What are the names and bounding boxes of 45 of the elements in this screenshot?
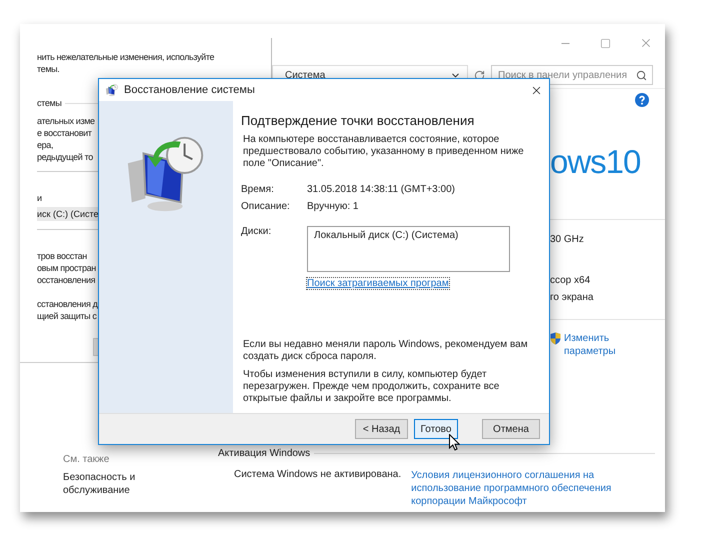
body-text: щией защиты с — [37, 310, 97, 322]
windows-logo-text: ows10 — [550, 143, 640, 181]
note-text: Если вы недавно меняли пароль Windows, рекомендуем вам создать диск сброса пароля. — [242, 339, 529, 363]
disk-list[interactable]: Локальный диск (C:) (Система) — [307, 226, 510, 272]
field-label: Диски: — [241, 226, 272, 239]
dialog-button[interactable]: Отмена — [482, 419, 540, 439]
spec-text: 30 GHz — [550, 234, 584, 245]
field-value: Вручную: 1 — [307, 201, 360, 212]
search-icon[interactable] — [636, 70, 647, 80]
help-icon[interactable] — [635, 93, 649, 107]
monitor-clock-icon — [105, 83, 119, 97]
activation-status: Система Windows не активирована. — [234, 469, 402, 480]
spec-text: ссор x64 — [550, 275, 590, 286]
disk-item[interactable]: Локальный диск (C:) (Система) — [314, 230, 503, 241]
body-text: и — [37, 192, 42, 204]
body-text: ера, — [37, 139, 54, 151]
body-text: осстановления — [37, 274, 96, 286]
window-title: Восстановление системы — [124, 84, 256, 96]
section-heading: Активация Windows — [218, 448, 310, 459]
see-also-heading: См. также — [63, 454, 110, 465]
affected-programs-link[interactable]: Поиск затрагиваемых програм — [307, 278, 449, 289]
spec-text: го экрана — [550, 292, 594, 303]
body-text: редыдущей то — [37, 151, 93, 163]
body-text: овым простран — [37, 262, 96, 274]
dialog-button[interactable]: < Назад — [355, 419, 408, 439]
body-text: темы. — [37, 63, 60, 75]
intro-text: На компьютере восстанавливается состояние, которое предшествовало событию, указанному в приведенном ниже поле "Описание". — [242, 134, 525, 170]
license-link[interactable]: Условия лицензионного соглашения на использование программного обеспечения корпорации Майкрософт — [411, 469, 622, 508]
field-value: 31.05.2018 14:38:11 (GMT+3:00) — [307, 184, 456, 195]
body-text: ательных изме — [37, 115, 95, 127]
field-label: Время: — [241, 184, 275, 195]
refresh-icon[interactable] — [474, 70, 485, 80]
body-text: е восстановит — [37, 127, 92, 139]
dialog-button[interactable]: Готово — [414, 419, 458, 439]
note-text: Чтобы изменения вступили в силу, компьютер будет перезагружен. Прежде чем продолжить, сохраните все открытые файлы и закройте все программы. — [242, 369, 500, 405]
body-text: нить нежелательные изменения, используйте — [37, 51, 214, 63]
body-text: тров восстан — [37, 250, 87, 262]
see-also-link[interactable]: Безопасность и обслуживание — [63, 471, 143, 497]
dialog-heading: Подтверждение точки восстановления — [241, 113, 476, 128]
change-settings-link[interactable]: Изменить параметры — [564, 332, 624, 358]
group-title: стемы — [37, 97, 62, 109]
shield-icon — [550, 332, 561, 345]
body-text: сстановления д — [37, 298, 98, 310]
field-label: Описание: — [241, 201, 291, 212]
maximize-icon[interactable] — [600, 38, 611, 48]
